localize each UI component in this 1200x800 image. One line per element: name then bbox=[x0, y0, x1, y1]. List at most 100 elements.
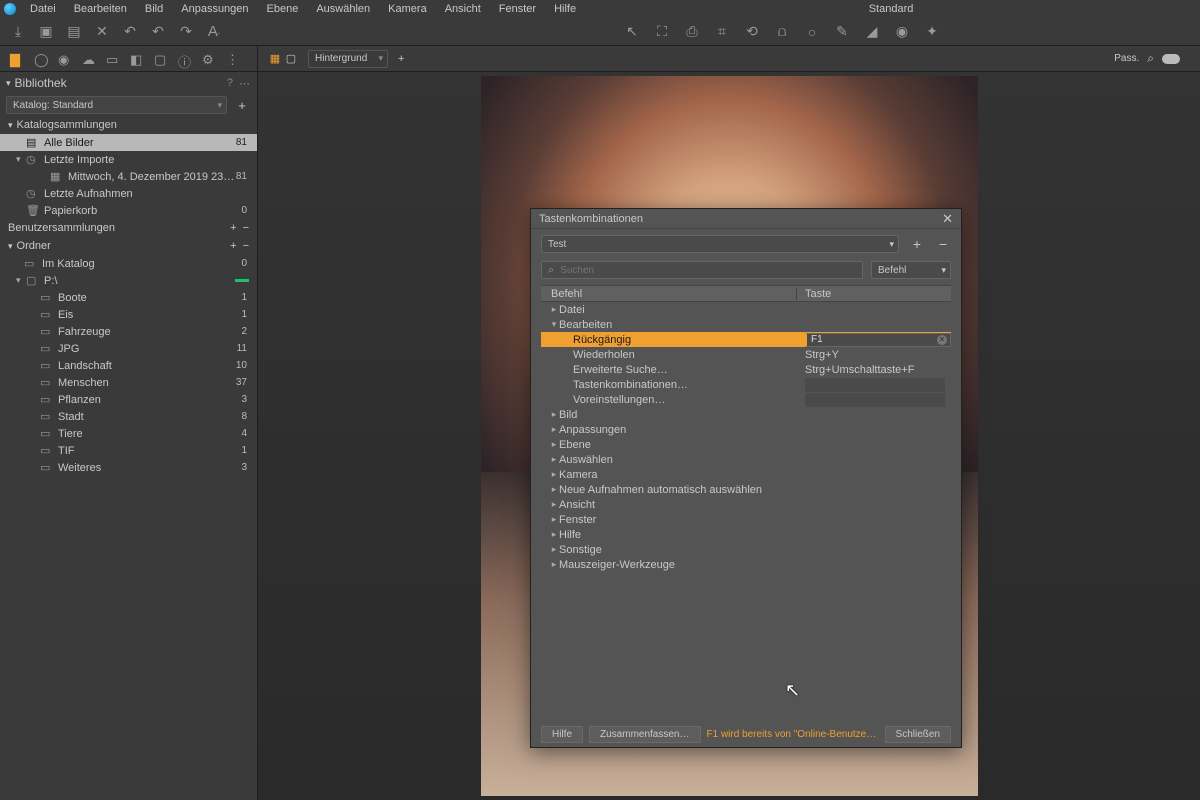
menu-hilfe[interactable]: Hilfe bbox=[546, 1, 584, 17]
rotate-tool-icon[interactable]: ⟲ bbox=[744, 24, 760, 40]
add-catalog-icon[interactable]: + bbox=[233, 98, 251, 113]
catalog-row[interactable]: 🗑Papierkorb0 bbox=[0, 202, 257, 219]
shortcut-group[interactable]: ▸Auswählen bbox=[541, 452, 951, 467]
remove-preset-icon[interactable]: − bbox=[935, 236, 951, 252]
brush-tool-icon[interactable]: ✎ bbox=[834, 24, 850, 40]
capture-icon2[interactable]: ◉ bbox=[58, 52, 72, 66]
reject-icon[interactable]: ✕ bbox=[94, 24, 110, 40]
folder-row[interactable]: ▭Weiteres3 bbox=[0, 459, 257, 476]
summary-button[interactable]: Zusammenfassen… bbox=[589, 726, 700, 743]
add-preset-icon[interactable]: + bbox=[909, 236, 925, 252]
shortcut-group[interactable]: ▸Mauszeiger-Werkzeuge bbox=[541, 557, 951, 572]
folder-icon[interactable]: ▇ bbox=[10, 52, 24, 66]
shortcut-row[interactable]: Voreinstellungen… bbox=[541, 392, 951, 407]
folder-row[interactable]: ▭ Im Katalog 0 bbox=[0, 255, 257, 272]
shortcut-key-input[interactable] bbox=[805, 378, 945, 392]
zoom-icon[interactable]: ⌕ bbox=[1147, 51, 1154, 66]
shortcut-group[interactable]: ▾Bearbeiten bbox=[541, 317, 951, 332]
keystone-tool-icon[interactable]: ⩍ bbox=[774, 24, 790, 40]
menu-bild[interactable]: Bild bbox=[137, 1, 171, 17]
menu-kamera[interactable]: Kamera bbox=[380, 1, 435, 17]
folder-row[interactable]: ▭Boote1 bbox=[0, 289, 257, 306]
catalog-row[interactable]: ▾◷Letzte Importe bbox=[0, 151, 257, 168]
shortcut-group[interactable]: ▸Kamera bbox=[541, 467, 951, 482]
menu-anpassungen[interactable]: Anpassungen bbox=[173, 1, 256, 17]
help-button[interactable]: Hilfe bbox=[541, 726, 583, 743]
shortcut-group[interactable]: ▸Ansicht bbox=[541, 497, 951, 512]
clipboard-icon[interactable]: ▢ bbox=[154, 52, 168, 66]
section-benutzersammlungen[interactable]: Benutzersammlungen +− bbox=[0, 219, 257, 237]
search-scope-select[interactable]: Befehl bbox=[871, 261, 951, 279]
catalog-select[interactable]: Katalog: Standard bbox=[6, 96, 227, 114]
radial-tool-icon[interactable]: ◉ bbox=[894, 24, 910, 40]
close-icon[interactable]: ✕ bbox=[942, 211, 953, 227]
shortcut-group[interactable]: ▸Anpassungen bbox=[541, 422, 951, 437]
shortcut-group[interactable]: ▸Fenster bbox=[541, 512, 951, 527]
search-input[interactable]: ⌕ bbox=[541, 261, 863, 279]
shortcuts-tree[interactable]: ▸Datei▾BearbeitenRückgängigF1✕Wiederhole… bbox=[541, 302, 951, 715]
catalog-row[interactable]: ▦Mittwoch, 4. Dezember 2019 23:20:5881 bbox=[0, 168, 257, 185]
menu-bearbeiten[interactable]: Bearbeiten bbox=[66, 1, 135, 17]
remove-icon[interactable]: − bbox=[243, 240, 249, 252]
add-layer-icon[interactable]: + bbox=[398, 53, 404, 65]
grid-view-icon[interactable]: ▦ bbox=[268, 52, 282, 66]
section-katalogsammlungen[interactable]: ▾ Katalogsammlungen bbox=[0, 116, 257, 134]
menu-datei[interactable]: Datei bbox=[22, 1, 64, 17]
gradient-tool-icon[interactable]: ◢ bbox=[864, 24, 880, 40]
smart-icon[interactable]: ◧ bbox=[130, 52, 144, 66]
more-icon[interactable]: ⋮ bbox=[226, 52, 240, 66]
undo2-icon[interactable]: ↶ bbox=[150, 24, 166, 40]
info-icon[interactable]: ⓘ bbox=[178, 52, 192, 66]
folder-row[interactable]: ▭Tiere4 bbox=[0, 425, 257, 442]
shortcut-group[interactable]: ▸Bild bbox=[541, 407, 951, 422]
remove-icon[interactable]: − bbox=[243, 222, 249, 234]
album-icon[interactable]: ▭ bbox=[106, 52, 120, 66]
export-icon[interactable]: ▤ bbox=[66, 24, 82, 40]
cloud-icon[interactable]: ☁ bbox=[82, 52, 96, 66]
folder-row[interactable]: ▭Fahrzeuge2 bbox=[0, 323, 257, 340]
menu-ansicht[interactable]: Ansicht bbox=[437, 1, 489, 17]
drive-row[interactable]: ▾ ▢ P:\ bbox=[0, 272, 257, 289]
catalog-row[interactable]: ◷Letzte Aufnahmen bbox=[0, 185, 257, 202]
heal-tool-icon[interactable]: ✦ bbox=[924, 24, 940, 40]
preset-select[interactable]: Test bbox=[541, 235, 899, 253]
shortcut-group[interactable]: ▸Hilfe bbox=[541, 527, 951, 542]
import-icon[interactable]: ⤓ bbox=[10, 24, 26, 40]
shortcut-key-input[interactable]: F1✕ bbox=[805, 333, 951, 347]
close-button[interactable]: Schließen bbox=[885, 726, 951, 743]
folder-row[interactable]: ▭Menschen37 bbox=[0, 374, 257, 391]
folder-row[interactable]: ▭Eis1 bbox=[0, 306, 257, 323]
folder-row[interactable]: ▭Pflanzen3 bbox=[0, 391, 257, 408]
print-tool-icon[interactable]: ⎙ bbox=[684, 24, 700, 40]
shortcut-group[interactable]: ▸Datei bbox=[541, 302, 951, 317]
layer-select[interactable]: Hintergrund bbox=[308, 50, 388, 68]
single-view-icon[interactable]: ▢ bbox=[284, 52, 298, 66]
menu-ebene[interactable]: Ebene bbox=[259, 1, 307, 17]
search-field[interactable] bbox=[560, 265, 856, 276]
shortcut-row[interactable]: WiederholenStrg+Y bbox=[541, 347, 951, 362]
folder-row[interactable]: ▭TIF1 bbox=[0, 442, 257, 459]
workspace-selector[interactable]: Standard bbox=[861, 1, 922, 17]
cursor-tool-icon[interactable]: ↖ bbox=[624, 24, 640, 40]
folder-row[interactable]: ▭Stadt8 bbox=[0, 408, 257, 425]
annotation-icon[interactable]: A. bbox=[206, 24, 222, 40]
undo-icon[interactable]: ↶ bbox=[122, 24, 138, 40]
col-command[interactable]: Befehl bbox=[541, 288, 797, 300]
spot-tool-icon[interactable]: ○ bbox=[804, 24, 820, 40]
capture-icon[interactable]: ▣ bbox=[38, 24, 54, 40]
menu-fenster[interactable]: Fenster bbox=[491, 1, 544, 17]
shortcut-key-input[interactable] bbox=[805, 393, 945, 407]
folder-row[interactable]: ▭JPG11 bbox=[0, 340, 257, 357]
view-mode-toggle[interactable]: ▦ ▢ bbox=[268, 52, 298, 66]
shortcut-group[interactable]: ▸Ebene bbox=[541, 437, 951, 452]
col-key[interactable]: Taste bbox=[797, 288, 943, 300]
help-icon[interactable]: ? bbox=[227, 77, 233, 89]
add-icon[interactable]: + bbox=[230, 240, 236, 252]
shortcut-group[interactable]: ▸Sonstige bbox=[541, 542, 951, 557]
redo-icon[interactable]: ↷ bbox=[178, 24, 194, 40]
dialog-titlebar[interactable]: Tastenkombinationen ✕ bbox=[531, 209, 961, 229]
section-ordner[interactable]: ▾ Ordner +− bbox=[0, 237, 257, 255]
exposure-indicator-icon[interactable] bbox=[1162, 54, 1180, 64]
menu-auswaehlen[interactable]: Auswählen bbox=[308, 1, 378, 17]
folder-row[interactable]: ▭Landschaft10 bbox=[0, 357, 257, 374]
